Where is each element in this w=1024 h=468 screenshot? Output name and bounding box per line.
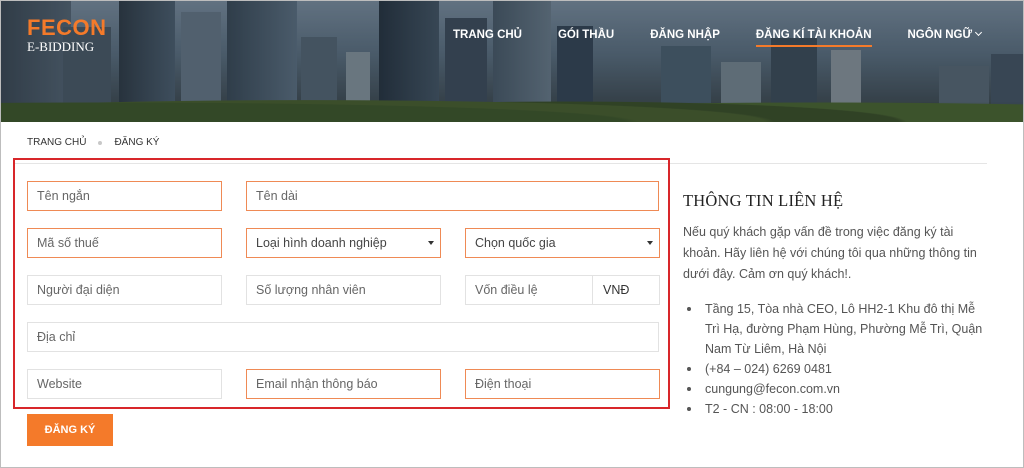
contact-hours: T2 - CN : 08:00 - 18:00 [683,399,993,419]
contact-email: cungung@fecon.com.vn [683,379,993,399]
brand-name: FECON [27,15,107,40]
phone-field[interactable] [465,369,660,399]
contact-info: THÔNG TIN LIÊN HỆ Nếu quý khách gặp vấn … [683,191,993,419]
employee-count-field[interactable] [246,275,441,305]
tax-code-input[interactable] [37,236,221,250]
brand-subtitle: E-BIDDING [27,39,95,54]
caret-down-icon [647,241,653,245]
register-button[interactable]: ĐĂNG KÝ [27,414,113,446]
long-name-field[interactable] [246,181,659,211]
chevron-down-icon [974,28,983,37]
caret-down-icon [428,241,434,245]
website-input[interactable] [37,377,221,391]
address-field[interactable] [27,322,659,352]
contact-intro: Nếu quý khách gặp vấn đề trong việc đăng… [683,225,977,281]
nav-item-language[interactable]: NGÔN NGỮ [907,28,983,47]
breadcrumb-current: ĐĂNG KÝ [114,137,160,148]
nav-item-packages[interactable]: GÓI THẦU [558,29,614,47]
short-name-input[interactable] [37,189,221,203]
representative-input[interactable] [37,283,221,297]
breadcrumb-separator [98,140,103,145]
capital-input[interactable] [475,283,591,297]
nav-item-login[interactable]: ĐĂNG NHẬP [650,29,720,47]
notify-email-input[interactable] [256,377,440,391]
registration-form: Loại hình doanh nghiệp Chọn quốc gia VNĐ [13,158,670,409]
country-select[interactable]: Chọn quốc gia [465,228,660,258]
notify-email-field[interactable] [246,369,441,399]
nav-item-home[interactable]: TRANG CHỦ [453,29,522,47]
contact-title: THÔNG TIN LIÊN HỆ [683,191,844,210]
currency-value: VNĐ [603,283,630,297]
phone-input[interactable] [475,377,659,391]
short-name-field[interactable] [27,181,222,211]
business-type-select[interactable]: Loại hình doanh nghiệp [246,228,441,258]
contact-phone: (+84 – 024) 6269 0481 [683,359,993,379]
registration-page: FECON E-BIDDING TRANG CHỦ GÓI THẦU ĐĂNG … [0,0,1024,468]
country-value: Chọn quốc gia [475,236,556,250]
business-type-value: Loại hình doanh nghiệp [256,236,387,250]
representative-field[interactable] [27,275,222,305]
address-input[interactable] [37,330,658,344]
nav-item-register[interactable]: ĐĂNG KÍ TÀI KHOẢN [755,29,872,47]
nav-item-language-label: NGÔN NGỮ [907,29,973,41]
breadcrumb: TRANG CHỦ ĐĂNG KÝ [27,137,159,148]
hero-header: FECON E-BIDDING TRANG CHỦ GÓI THẦU ĐĂNG … [1,1,1023,122]
main-nav: TRANG CHỦ GÓI THẦU ĐĂNG NHẬP ĐĂNG KÍ TÀI… [417,28,983,47]
currency-select[interactable]: VNĐ [592,276,660,304]
breadcrumb-home[interactable]: TRANG CHỦ [27,137,86,148]
tax-code-field[interactable] [27,228,222,258]
brand-logo[interactable]: FECON E-BIDDING [27,17,107,54]
website-field[interactable] [27,369,222,399]
contact-list: Tầng 15, Tòa nhà CEO, Lô HH2-1 Khu đô th… [683,299,993,419]
employee-count-input[interactable] [256,283,440,297]
long-name-input[interactable] [256,189,658,203]
contact-address: Tầng 15, Tòa nhà CEO, Lô HH2-1 Khu đô th… [683,299,993,359]
